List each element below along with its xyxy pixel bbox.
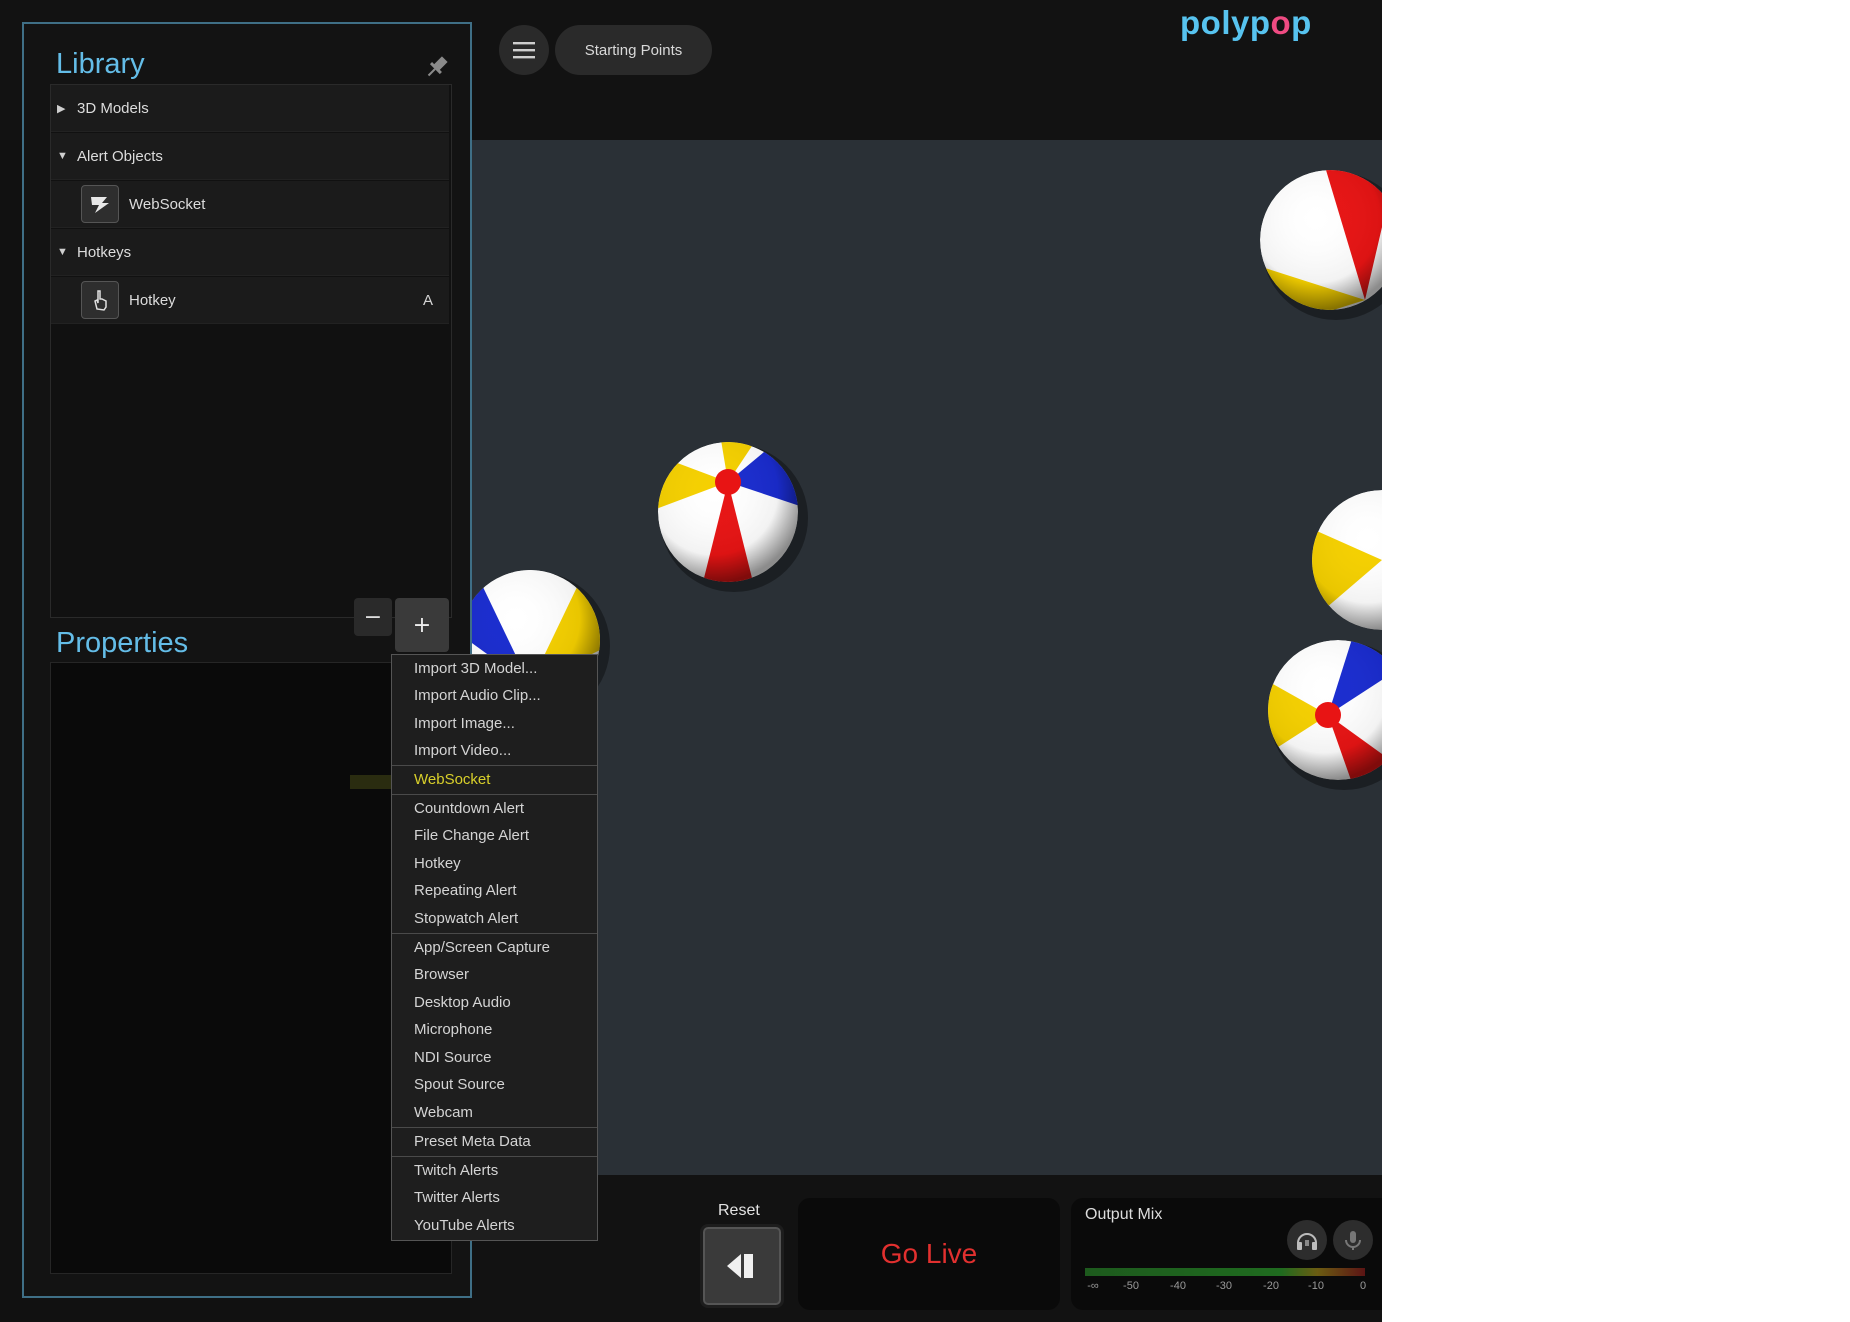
starting-points-button[interactable]: Starting Points (555, 25, 712, 75)
starting-points-label: Starting Points (584, 41, 683, 59)
hamburger-menu-button[interactable] (499, 25, 549, 75)
output-mix-title: Output Mix (1085, 1206, 1163, 1223)
menu-item-ndi-source[interactable]: NDI Source (414, 1045, 492, 1071)
menu-item-twitch-alerts[interactable]: Twitch Alerts (414, 1158, 498, 1184)
tree-group-alert-objects[interactable]: ▼ Alert Objects (51, 133, 449, 180)
menu-separator (392, 765, 597, 766)
hand-pointer-icon (81, 281, 119, 319)
menu-separator (392, 1156, 597, 1157)
menu-item-import-video[interactable]: Import Video... (414, 738, 511, 764)
menu-item-youtube-alerts[interactable]: YouTube Alerts (414, 1213, 515, 1239)
menu-item-desktop-audio[interactable]: Desktop Audio (414, 990, 511, 1016)
tree-item-hotkey[interactable]: Hotkey A (51, 277, 449, 324)
menu-item-repeating-alert[interactable]: Repeating Alert (414, 878, 517, 904)
meter-tick: -∞ (1087, 1280, 1099, 1292)
headphones-monitor-toggle[interactable] (1287, 1220, 1327, 1260)
rewind-icon (727, 1254, 753, 1278)
stage-render (470, 170, 1382, 790)
beach-ball (658, 442, 808, 592)
minus-icon: − (363, 604, 383, 630)
collapse-arrow-icon[interactable]: ▼ (57, 246, 77, 258)
output-mix-panel: Output Mix -∞ -50 -40 -30 -20 -10 0 (1071, 1198, 1382, 1310)
beach-ball (1312, 490, 1382, 630)
hotkey-binding: A (422, 291, 433, 309)
menu-item-preset-meta-data[interactable]: Preset Meta Data (414, 1129, 531, 1155)
tree-group-3d-models[interactable]: ▶ 3D Models (51, 85, 449, 132)
polypop-window: Starting Points polypop Reset Go Live Ou… (0, 0, 1382, 1322)
menu-item-hotkey[interactable]: Hotkey (414, 851, 461, 877)
menu-separator (392, 794, 597, 795)
add-menu-dropdown: Import 3D Model... Import Audio Clip... … (391, 654, 598, 1241)
hamburger-icon (513, 42, 535, 59)
menu-separator (392, 1127, 597, 1128)
menu-item-file-change-alert[interactable]: File Change Alert (414, 823, 529, 849)
menu-item-import-image[interactable]: Import Image... (414, 711, 515, 737)
menu-item-import-audio-clip[interactable]: Import Audio Clip... (414, 683, 541, 709)
library-title: Library (56, 48, 145, 80)
websocket-icon (81, 185, 119, 223)
tree-group-label: Alert Objects (77, 147, 163, 165)
meter-tick: -30 (1216, 1280, 1232, 1292)
menu-item-spout-source[interactable]: Spout Source (414, 1072, 505, 1098)
tree-item-label: Hotkey (129, 291, 176, 309)
menu-item-countdown-alert[interactable]: Countdown Alert (414, 796, 524, 822)
menu-item-browser[interactable]: Browser (414, 962, 469, 988)
go-live-label: Go Live (880, 1238, 978, 1269)
tree-group-hotkeys[interactable]: ▼ Hotkeys (51, 229, 449, 276)
scene-stage[interactable] (470, 140, 1382, 1175)
meter-tick: 0 (1359, 1280, 1367, 1292)
menu-item-webcam[interactable]: Webcam (414, 1100, 473, 1126)
menu-item-websocket[interactable]: WebSocket (414, 767, 490, 793)
tree-group-label: Hotkeys (77, 243, 132, 261)
tree-item-websocket[interactable]: WebSocket (51, 181, 449, 228)
audio-level-meter (1085, 1268, 1365, 1276)
tree-item-label: WebSocket (129, 195, 206, 213)
menu-separator (392, 933, 597, 934)
reset-label: Reset (718, 1202, 760, 1219)
menu-item-import-3d-model[interactable]: Import 3D Model... (414, 656, 537, 682)
expand-arrow-icon[interactable]: ▶ (57, 102, 77, 115)
headphones-icon (1297, 1233, 1317, 1250)
remove-button[interactable]: − (354, 598, 392, 636)
library-tree: ▶ 3D Models ▼ Alert Objects WebSocket ▼ … (50, 84, 452, 618)
menu-item-stopwatch-alert[interactable]: Stopwatch Alert (414, 906, 518, 932)
meter-tick: -10 (1308, 1280, 1324, 1292)
plus-icon: + (412, 612, 432, 638)
menu-item-microphone[interactable]: Microphone (414, 1017, 492, 1043)
beach-ball (1268, 640, 1382, 790)
menu-item-app-screen-capture[interactable]: App/Screen Capture (414, 935, 550, 961)
meter-tick: -50 (1123, 1280, 1139, 1292)
tree-group-label: 3D Models (77, 99, 149, 117)
polypop-logo: polypop (1180, 4, 1312, 41)
reset-button[interactable] (700, 1224, 784, 1308)
meter-tick: -20 (1263, 1280, 1279, 1292)
add-button[interactable]: + (395, 598, 449, 652)
beach-ball (1260, 170, 1382, 320)
microphone-icon (1345, 1231, 1361, 1250)
menu-item-twitter-alerts[interactable]: Twitter Alerts (414, 1185, 500, 1211)
meter-tick: -40 (1170, 1280, 1186, 1292)
pin-icon[interactable] (422, 52, 452, 82)
microphone-monitor-toggle[interactable] (1333, 1220, 1373, 1260)
properties-title: Properties (56, 627, 189, 659)
go-live-button[interactable]: Go Live (798, 1198, 1060, 1310)
collapse-arrow-icon[interactable]: ▼ (57, 150, 77, 162)
